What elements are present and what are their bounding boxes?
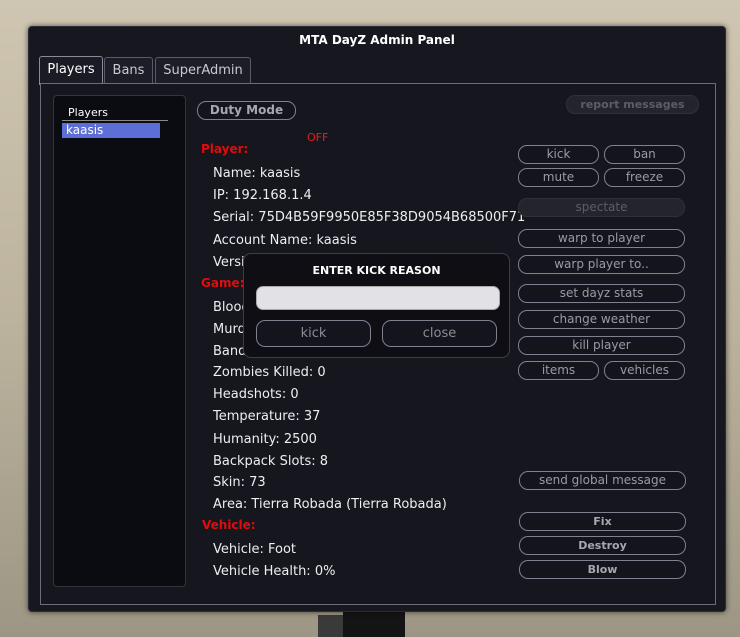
player-list-item[interactable]: kaasis — [62, 123, 160, 138]
vehicle-name: Vehicle: Foot — [213, 542, 297, 557]
kick-button[interactable]: kick — [518, 145, 599, 164]
player-account-name: Account Name: kaasis — [213, 233, 357, 248]
player-ip: IP: 192.168.1.4 — [213, 188, 312, 203]
player-list[interactable]: Players kaasis — [53, 95, 186, 587]
items-button[interactable]: items — [518, 361, 599, 380]
report-messages-button[interactable]: report messages — [566, 95, 699, 114]
player-name: Name: kaasis — [213, 166, 301, 181]
tab-superadmin[interactable]: SuperAdmin — [155, 57, 251, 84]
set-dayz-stats-button[interactable]: set dayz stats — [518, 284, 685, 303]
vehicle-section-title: Vehicle: — [202, 518, 256, 532]
change-weather-button[interactable]: change weather — [518, 310, 685, 329]
kick-close-button[interactable]: close — [382, 320, 497, 347]
player-list-divider — [62, 120, 168, 121]
destroy-vehicle-button[interactable]: Destroy — [519, 536, 686, 555]
fix-vehicle-button[interactable]: Fix — [519, 512, 686, 531]
vehicles-button[interactable]: vehicles — [604, 361, 685, 380]
player-section-title: Player: — [201, 142, 249, 156]
spectate-button[interactable]: spectate — [518, 198, 685, 217]
kick-dialog-title: ENTER KICK REASON — [312, 264, 441, 277]
blow-vehicle-button[interactable]: Blow — [519, 560, 686, 579]
game-section-title: Game: — [201, 276, 245, 290]
game-humanity: Humanity: 2500 — [213, 432, 317, 447]
game-skin: Skin: 73 — [213, 475, 266, 490]
game-backpack-slots: Backpack Slots: 8 — [213, 454, 329, 469]
warp-to-player-button[interactable]: warp to player — [518, 229, 685, 248]
duty-mode-status: OFF — [307, 131, 329, 144]
player-serial: Serial: 75D4B59F9950E85F38D9054B68500F71 — [213, 210, 526, 225]
ban-button[interactable]: ban — [604, 145, 685, 164]
kick-confirm-button[interactable]: kick — [256, 320, 371, 347]
game-headshots: Headshots: 0 — [213, 387, 299, 402]
send-global-message-button[interactable]: send global message — [519, 471, 686, 490]
kick-reason-input[interactable] — [256, 286, 500, 310]
warp-player-to-button[interactable]: warp player to.. — [518, 255, 685, 274]
player-list-header: Players — [68, 106, 108, 119]
kick-reason-dialog: ENTER KICK REASON kick close — [243, 253, 510, 358]
game-area: Area: Tierra Robada (Tierra Robada) — [213, 497, 447, 512]
game-temperature: Temperature: 37 — [213, 409, 321, 424]
mute-button[interactable]: mute — [518, 168, 599, 187]
kill-player-button[interactable]: kill player — [518, 336, 685, 355]
freeze-button[interactable]: freeze — [604, 168, 685, 187]
tab-players[interactable]: Players — [39, 56, 103, 85]
game-zombies-killed: Zombies Killed: 0 — [213, 365, 326, 380]
vehicle-health: Vehicle Health: 0% — [213, 564, 336, 579]
window-title[interactable]: MTA DayZ Admin Panel — [29, 27, 725, 53]
tab-bans[interactable]: Bans — [104, 57, 153, 84]
duty-mode-button[interactable]: Duty Mode — [197, 101, 296, 120]
